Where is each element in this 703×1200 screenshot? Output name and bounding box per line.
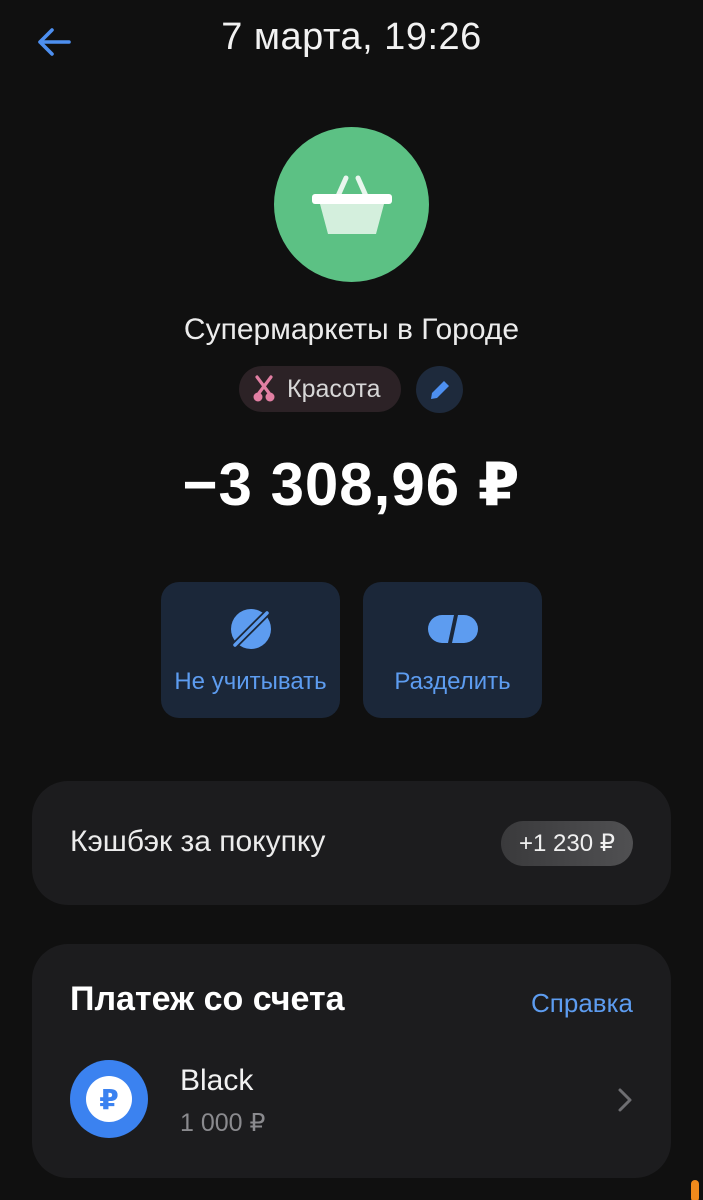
split-button[interactable]: Разделить [363,582,542,718]
cashback-card: Кэшбэк за покупку +1 230 ₽ [32,781,671,905]
exclude-label: Не учитывать [174,668,327,695]
help-link[interactable]: Справка [531,988,633,1019]
page-title: 7 марта, 19:26 [221,16,482,58]
basket-icon [311,175,392,234]
split-icon [427,604,478,654]
scissors-icon [253,375,275,402]
cashback-badge: +1 230 ₽ [500,821,633,866]
payment-title: Платеж со счета [70,980,345,1018]
account-row[interactable]: ₽ Black 1 000 ₽ [32,1052,671,1156]
account-name: Black [180,1064,254,1097]
eye-off-icon [226,604,276,654]
merchant-name: Супермаркеты в Городе [183,313,520,346]
edit-category-button[interactable] [416,366,463,413]
transaction-details-screen: 7 марта, 19:26 Супермаркеты в Городе Кра… [0,0,703,1200]
category-chip[interactable]: Красота [239,366,401,412]
split-label: Разделить [394,668,511,695]
category-label: Красота [287,374,381,403]
scroll-indicator [691,1180,699,1200]
exclude-button[interactable]: Не учитывать [161,582,340,718]
cashback-label: Кэшбэк за покупку [70,825,326,858]
transaction-amount: −3 308,96 ₽ [182,451,521,518]
pencil-icon [430,380,449,399]
chevron-right-icon [618,1088,632,1112]
merchant-avatar [274,127,429,282]
account-balance: 1 000 ₽ [180,1109,266,1137]
ruble-icon: ₽ [70,1060,148,1138]
payment-card: Платеж со счета Справка ₽ Black 1 000 ₽ [32,944,671,1178]
